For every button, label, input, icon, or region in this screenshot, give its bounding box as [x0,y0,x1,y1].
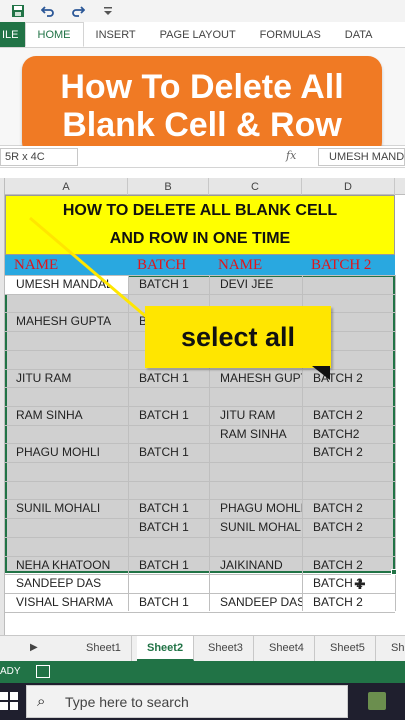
app-icon[interactable] [368,692,386,710]
select-all-callout: select all [145,306,331,368]
windows-start-icon[interactable] [0,692,18,710]
tab-sheet3[interactable]: Sheet3 [198,636,254,661]
search-icon: ⌕ [37,693,46,710]
status-bar: ADY [0,661,405,683]
callout-tip [312,366,330,380]
tab-sheet6[interactable]: Sh [381,636,405,661]
status-ready: ADY [0,666,21,677]
search-placeholder: Type here to search [65,694,189,710]
tab-sheet5[interactable]: Sheet5 [320,636,376,661]
sheet-tab-bar: ▶ Sheet1 Sheet2 Sheet3 Sheet4 Sheet5 Sh [0,635,405,661]
windows-taskbar: ⌕ Type here to search [0,683,405,720]
macro-record-icon[interactable] [36,665,50,678]
taskbar-search[interactable]: ⌕ Type here to search [26,685,348,718]
tab-sheet2[interactable]: Sheet2 [137,636,195,661]
cursor-icon: ✚ [354,576,366,592]
next-sheet-icon[interactable]: ▶ [30,642,38,653]
tab-sheet1[interactable]: Sheet1 [76,636,132,661]
tab-sheet4[interactable]: Sheet4 [259,636,315,661]
